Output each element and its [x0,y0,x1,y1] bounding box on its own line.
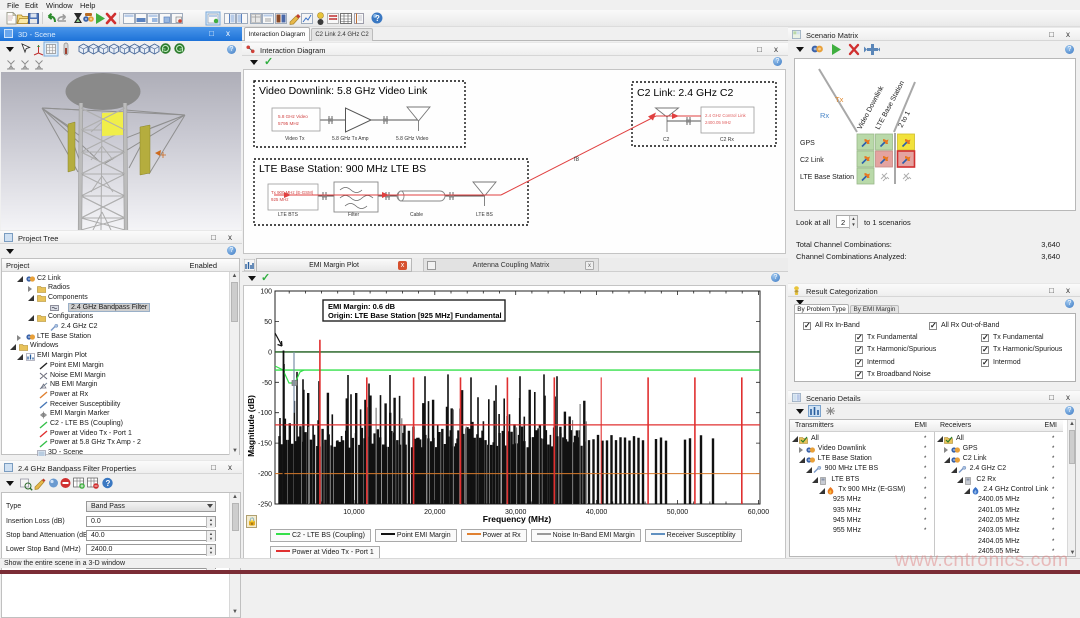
svg-text:5.8 GHz Video: 5.8 GHz Video [278,114,308,119]
svg-text:-200: -200 [258,471,272,478]
svg-text:0: 0 [268,349,272,356]
svg-text:60,000: 60,000 [748,509,770,516]
svg-text:5.8 GHz Tx Amp: 5.8 GHz Tx Amp [332,136,369,142]
svg-text:Rx: Rx [820,111,829,120]
svg-text:Tx 900 MHz (E-GSM): Tx 900 MHz (E-GSM) [271,190,314,195]
svg-text:925 MHz: 925 MHz [271,197,289,202]
svg-text:50,000: 50,000 [667,509,689,516]
svg-text:LTE Base Station: LTE Base Station [800,174,854,181]
svg-text:Video Tx: Video Tx [285,136,305,142]
svg-text:Magnitude (dB): Magnitude (dB) [246,395,256,457]
svg-text:2400.05 MHz: 2400.05 MHz [705,120,731,125]
svg-text:40,000: 40,000 [586,509,608,516]
svg-text:2 to 1: 2 to 1 [898,110,912,129]
svg-text:-50: -50 [262,380,272,387]
svg-text:2.4 GHz Control Link: 2.4 GHz Control Link [705,113,747,118]
svg-text:Tx: Tx [835,95,844,104]
svg-text:f8: f8 [574,157,580,163]
svg-text:Video Downlink: 5.8 GHz Video: Video Downlink: 5.8 GHz Video Link [259,85,428,97]
svg-text:C2 Rx: C2 Rx [720,137,734,143]
svg-text:-150: -150 [258,441,272,448]
svg-text:LTE BS: LTE BS [476,212,494,218]
svg-text:Origin: LTE Base Station [925: Origin: LTE Base Station [925 MHz] Funda… [328,311,502,320]
svg-text:?: ? [106,479,111,488]
svg-text:20,000: 20,000 [424,509,446,516]
svg-text:LTE BTS: LTE BTS [278,212,299,218]
svg-text:-100: -100 [258,410,272,417]
svg-text:100: 100 [260,289,272,296]
svg-text:5795 MHz: 5795 MHz [278,121,300,126]
svg-text:Frequency (MHz): Frequency (MHz) [483,514,552,524]
svg-text:C2 Link: C2 Link [800,157,824,164]
svg-text:-250: -250 [258,502,272,509]
svg-text:?: ? [375,14,380,23]
svg-text:Filter: Filter [348,212,359,218]
svg-text:GPS: GPS [800,140,815,147]
svg-text:EMI Margin: 0.6 dB: EMI Margin: 0.6 dB [328,302,396,311]
svg-text:5.8 GHz Video: 5.8 GHz Video [396,136,429,142]
svg-text:C2: C2 [663,137,670,143]
svg-text:LTE Base Station: 900 MHz LTE: LTE Base Station: 900 MHz LTE BS [259,163,426,175]
svg-text:Cable: Cable [410,212,423,218]
svg-text:C2 Link: 2.4 GHz C2: C2 Link: 2.4 GHz C2 [637,87,733,99]
svg-text:50: 50 [264,319,272,326]
svg-text:10,000: 10,000 [343,509,365,516]
